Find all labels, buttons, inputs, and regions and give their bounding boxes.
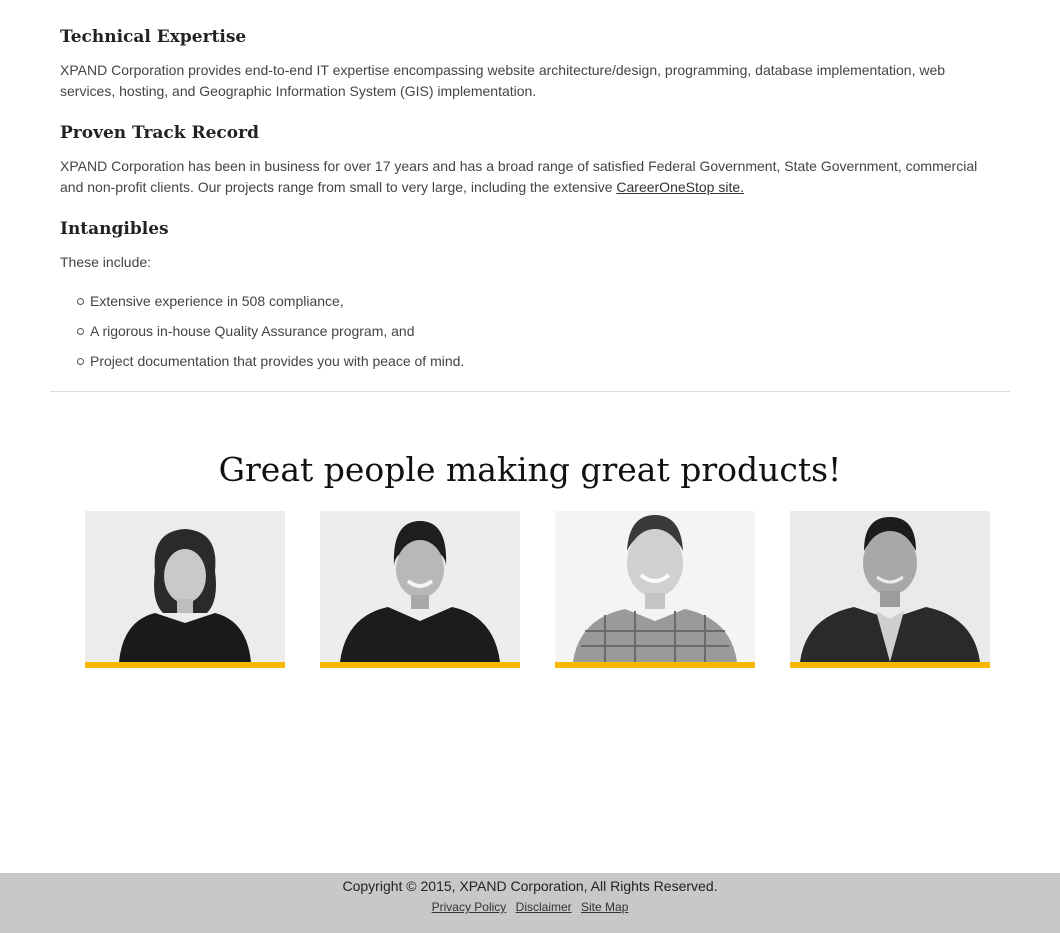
site-map-link[interactable]: Site Map — [581, 900, 628, 914]
footer-links: Privacy Policy Disclaimer Site Map — [0, 900, 1060, 914]
team-member-photo — [555, 511, 755, 662]
team-member-photo — [790, 511, 990, 662]
section-divider — [50, 391, 1010, 392]
page: Technical Expertise XPAND Corporation pr… — [0, 0, 1060, 933]
team-member-card — [85, 511, 285, 668]
disclaimer-link[interactable]: Disclaimer — [516, 900, 572, 914]
proven-track-record-body: XPAND Corporation has been in business f… — [60, 156, 1000, 198]
technical-expertise-body: XPAND Corporation provides end-to-end IT… — [60, 62, 946, 99]
list-item-text: Extensive experience in 508 compliance, — [90, 293, 344, 309]
privacy-policy-link[interactable]: Privacy Policy — [432, 900, 507, 914]
team-member-card — [320, 511, 520, 668]
team-member-card — [555, 511, 755, 668]
list-item: Extensive experience in 508 compliance, — [60, 290, 464, 320]
careeronestop-link[interactable]: CareerOneStop site. — [616, 179, 744, 195]
list-item: Project documentation that provides you … — [60, 350, 464, 380]
team-member-accent-bar — [790, 662, 990, 668]
circle-bullet-icon — [77, 358, 84, 365]
team-member-photo — [85, 511, 285, 662]
copyright-text: Copyright © 2015, XPAND Corporation, All… — [342, 878, 718, 894]
technical-expertise-heading: Technical Expertise — [60, 27, 247, 47]
intangibles-list: Extensive experience in 508 compliance, … — [60, 290, 464, 380]
team-member-card — [790, 511, 990, 668]
list-item-text: A rigorous in-house Quality Assurance pr… — [90, 323, 415, 339]
circle-bullet-icon — [77, 328, 84, 335]
circle-bullet-icon — [77, 298, 84, 305]
team-member-accent-bar — [85, 662, 285, 668]
team-member-accent-bar — [320, 662, 520, 668]
team-heading: Great people making great products! — [218, 450, 842, 489]
proven-body-text: XPAND Corporation has been in business f… — [60, 158, 978, 195]
footer: Copyright © 2015, XPAND Corporation, All… — [0, 873, 1060, 933]
intangibles-intro: These include: — [60, 254, 152, 270]
list-item-text: Project documentation that provides you … — [90, 353, 465, 369]
proven-track-record-heading: Proven Track Record — [60, 123, 259, 143]
intangibles-heading: Intangibles — [60, 219, 169, 239]
list-item: A rigorous in-house Quality Assurance pr… — [60, 320, 464, 350]
team-member-accent-bar — [555, 662, 755, 668]
team-member-photo — [320, 511, 520, 662]
